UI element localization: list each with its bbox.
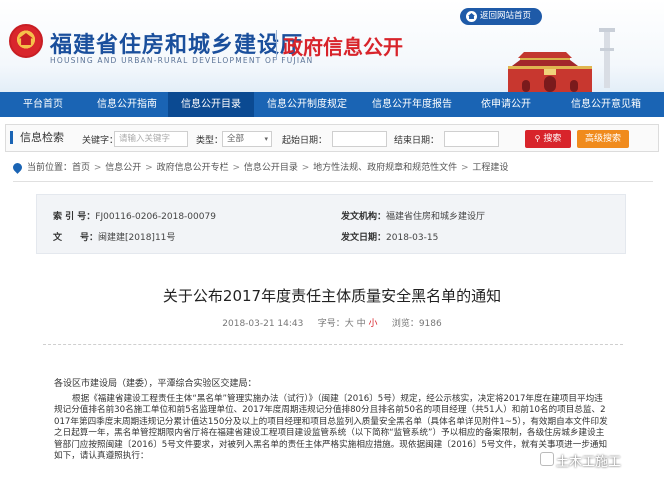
breadcrumb-separator: > xyxy=(142,163,156,173)
nav-item-home[interactable]: 平台首页 xyxy=(0,92,86,117)
search-icon: ⚲ xyxy=(534,134,541,143)
start-date-label: 起始日期： xyxy=(282,136,328,146)
end-date-input[interactable] xyxy=(444,131,499,147)
article-title: 关于公布2017年度责任主体质量安全黑名单的通知 xyxy=(162,287,502,305)
font-size-label: 字号： xyxy=(317,319,345,329)
meta-index-value: FJ00116-0206-2018-00079 xyxy=(95,212,216,222)
breadcrumb-item[interactable]: 地方性法规、政府规章和规范性文件 xyxy=(313,163,457,173)
font-size-small-link[interactable]: 小 xyxy=(368,319,377,329)
breadcrumb-separator: > xyxy=(458,163,472,173)
meta-issuer: 发文机构：福建省住房和城乡建设厅 xyxy=(341,209,485,222)
type-select-value: 全部 xyxy=(227,134,245,144)
site-title: 福建省住房和城乡建设厅 xyxy=(50,33,304,58)
breadcrumb-prefix: 当前位置： xyxy=(27,163,73,173)
breadcrumb-separator: > xyxy=(229,163,243,173)
nav-item-guide[interactable]: 信息公开指南 xyxy=(86,92,168,117)
nav-item-request[interactable]: 依申请公开 xyxy=(464,92,548,117)
meta-index-label: 索 引 号： xyxy=(53,212,96,222)
nav-item-rules[interactable]: 信息公开制度规定 xyxy=(254,92,360,117)
meta-date-value: 2018-03-15 xyxy=(386,233,439,243)
meta-index: 索 引 号：FJ00116-0206-2018-00079 xyxy=(53,209,216,222)
document-meta: 索 引 号：FJ00116-0206-2018-00079 文 号：闽建建[20… xyxy=(36,194,626,254)
meta-doc-no: 文 号：闽建建[2018]11号 xyxy=(53,230,175,243)
type-select[interactable]: 全部 ▾ xyxy=(222,131,272,147)
home-icon xyxy=(466,11,477,22)
meta-date-label: 发文日期： xyxy=(341,233,387,243)
breadcrumb-item[interactable]: 政府信息公开专栏 xyxy=(157,163,229,173)
meta-issuer-value: 福建省住房和城乡建设厅 xyxy=(386,212,486,222)
article-greeting: 各设区市建设局（建委），平潭综合实验区交建局： xyxy=(54,379,257,389)
meta-date: 发文日期：2018-03-15 xyxy=(341,230,438,243)
views-label: 浏览： xyxy=(391,319,419,329)
search-button[interactable]: ⚲ 搜索 xyxy=(525,130,571,148)
chevron-down-icon: ▾ xyxy=(264,135,268,143)
keyword-input[interactable]: 请输入关键字 xyxy=(114,131,188,147)
article-info: 2018-03-21 14:43 字号：大 中 小 浏览：9186 xyxy=(0,316,664,329)
header-divider xyxy=(276,30,277,60)
type-label: 类型： xyxy=(196,136,224,146)
keyword-label: 关键字： xyxy=(82,136,119,146)
end-date-label: 结束日期： xyxy=(394,136,440,146)
breadcrumb-item[interactable]: 首页 xyxy=(72,163,90,173)
article-datetime: 2018-03-21 14:43 xyxy=(222,319,304,329)
breadcrumb-item[interactable]: 工程建设 xyxy=(472,163,508,173)
breadcrumb: 当前位置：首页 > 信息公开 > 政府信息公开专栏 > 信息公开目录 > 地方性… xyxy=(11,161,508,175)
tiananmen-illustration-icon xyxy=(508,28,615,92)
nav-item-feedback[interactable]: 信息公开意见箱 xyxy=(548,92,664,117)
meta-doc-no-label: 文 号： xyxy=(53,233,99,243)
search-title: 信息检索 xyxy=(10,131,64,144)
views-count: 9186 xyxy=(418,319,442,329)
back-to-home-button[interactable]: 返回网站首页 xyxy=(460,8,542,25)
main-nav: 平台首页 信息公开指南 信息公开目录 信息公开制度规定 信息公开年度报告 依申请… xyxy=(0,92,664,117)
back-to-home-label: 返回网站首页 xyxy=(480,11,532,21)
breadcrumb-separator: > xyxy=(91,163,105,173)
nav-item-catalog[interactable]: 信息公开目录 xyxy=(168,92,254,117)
font-size-medium-link[interactable]: 中 xyxy=(357,319,366,329)
meta-issuer-label: 发文机构： xyxy=(341,212,387,222)
site-subtitle: HOUSING AND URBAN-RURAL DEVELOPMENT OF F… xyxy=(50,56,314,65)
section-title: 政府信息公开 xyxy=(283,35,403,59)
location-pin-icon xyxy=(11,161,24,174)
advanced-search-button[interactable]: 高级搜索 xyxy=(577,130,629,148)
nav-item-annual-report[interactable]: 信息公开年度报告 xyxy=(360,92,464,117)
watermark-logo-icon xyxy=(540,452,554,466)
article-body: 根据《福建省建设工程责任主体“黑名单”管理实施办法（试行）》（闽建〔2016〕5… xyxy=(54,394,608,462)
article-divider xyxy=(43,344,623,345)
search-button-label: 搜索 xyxy=(543,134,562,144)
site-header: 福建省住房和城乡建设厅 HOUSING AND URBAN-RURAL DEVE… xyxy=(0,0,664,92)
meta-doc-no-value: 闽建建[2018]11号 xyxy=(98,233,176,243)
breadcrumb-item[interactable]: 信息公开 xyxy=(105,163,141,173)
breadcrumb-divider xyxy=(13,181,653,182)
breadcrumb-item[interactable]: 信息公开目录 xyxy=(244,163,298,173)
breadcrumb-separator: > xyxy=(298,163,313,173)
font-size-large-link[interactable]: 大 xyxy=(345,319,354,329)
search-bar: 信息检索 关键字： 请输入关键字 类型： 全部 ▾ 起始日期： 结束日期： ⚲ … xyxy=(5,124,659,152)
watermark: 土木工施工 xyxy=(556,455,622,470)
emblem-logo xyxy=(9,24,43,58)
start-date-input[interactable] xyxy=(332,131,387,147)
